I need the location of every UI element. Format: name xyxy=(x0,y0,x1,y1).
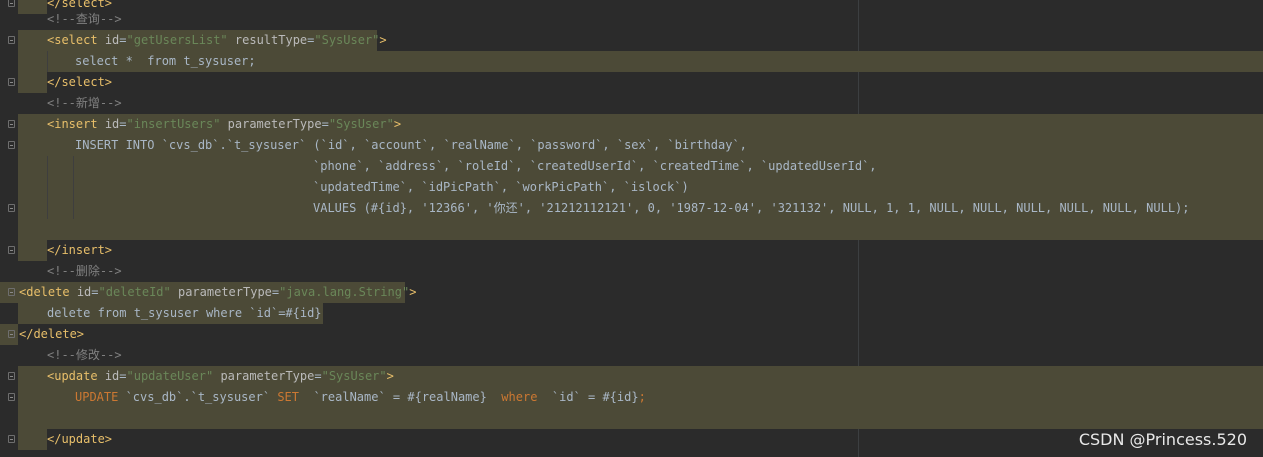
code-line[interactable]: VALUES (#{id}, '12366', '你还', '212121121… xyxy=(0,198,1263,219)
fold-icon[interactable] xyxy=(8,393,15,401)
fold-icon[interactable] xyxy=(8,36,15,44)
code-line[interactable]: </insert> xyxy=(0,240,1263,261)
code-text: <!--删除--> xyxy=(47,264,122,278)
code-line[interactable]: delete from t_sysuser where `id`=#{id} xyxy=(0,303,1263,324)
code-line[interactable]: `phone`, `address`, `roleId`, `createdUs… xyxy=(0,156,1263,177)
code-text: <update id="updateUser" parameterType="S… xyxy=(47,369,394,383)
fold-icon[interactable] xyxy=(8,0,15,7)
indent-guide xyxy=(73,177,74,198)
line-highlight xyxy=(18,72,47,93)
code-text: <!--新增--> xyxy=(47,96,122,110)
indent-guide xyxy=(73,156,74,177)
code-text: INSERT INTO `cvs_db`.`t_sysuser` (`id`, … xyxy=(75,138,747,152)
code-text: </insert> xyxy=(47,243,113,257)
code-text: <select id="getUsersList" resultType="Sy… xyxy=(47,33,387,47)
fold-icon[interactable] xyxy=(8,330,15,338)
code-text: <!--修改--> xyxy=(47,348,122,362)
code-line[interactable]: </delete> xyxy=(0,324,1263,345)
indent-guide xyxy=(47,198,48,219)
code-text: </select> xyxy=(47,75,113,89)
code-line[interactable]: <select id="getUsersList" resultType="Sy… xyxy=(0,30,1263,51)
line-highlight xyxy=(18,240,47,261)
code-text: <delete id="deleteId" parameterType="jav… xyxy=(19,285,417,299)
code-line[interactable] xyxy=(0,408,1263,429)
code-text: VALUES (#{id}, '12366', '你还', '212121121… xyxy=(313,201,1190,215)
line-highlight xyxy=(18,408,1263,429)
fold-icon[interactable] xyxy=(8,246,15,254)
code-editor[interactable]: </select> <!--查询--> <select id="getUsersLi… xyxy=(0,0,1263,457)
fold-icon[interactable] xyxy=(8,435,15,443)
code-text: </delete> xyxy=(19,327,85,341)
code-line[interactable]: <delete id="deleteId" parameterType="jav… xyxy=(0,282,1263,303)
fold-icon[interactable] xyxy=(8,120,15,128)
code-line[interactable]: <update id="updateUser" parameterType="S… xyxy=(0,366,1263,387)
line-highlight xyxy=(18,429,47,450)
indent-guide xyxy=(47,51,48,72)
code-text: UPDATE `cvs_db`.`t_sysuser` SET `realNam… xyxy=(75,390,646,404)
code-line[interactable]: </select> xyxy=(0,72,1263,93)
fold-icon[interactable] xyxy=(8,288,15,296)
code-line[interactable] xyxy=(0,219,1263,240)
code-line[interactable]: select * from t_sysuser; xyxy=(0,51,1263,72)
fold-icon[interactable] xyxy=(8,141,15,149)
code-line[interactable]: <!--修改--> xyxy=(0,345,1263,366)
watermark: CSDN @Princess.520 xyxy=(1078,430,1247,449)
indent-guide xyxy=(47,177,48,198)
code-text: delete from t_sysuser where `id`=#{id} xyxy=(47,306,322,320)
code-text: select * from t_sysuser; xyxy=(75,54,256,68)
code-line[interactable]: <insert id="insertUsers" parameterType="… xyxy=(0,114,1263,135)
code-line[interactable]: `updatedTime`, `idPicPath`, `workPicPath… xyxy=(0,177,1263,198)
indent-guide xyxy=(73,198,74,219)
fold-icon[interactable] xyxy=(8,78,15,86)
code-line[interactable]: INSERT INTO `cvs_db`.`t_sysuser` (`id`, … xyxy=(0,135,1263,156)
code-text: `updatedTime`, `idPicPath`, `workPicPath… xyxy=(313,180,689,194)
code-line[interactable]: UPDATE `cvs_db`.`t_sysuser` SET `realNam… xyxy=(0,387,1263,408)
code-text: <!--查询--> xyxy=(47,12,122,26)
fold-icon[interactable] xyxy=(8,372,15,380)
indent-guide xyxy=(47,156,48,177)
fold-icon[interactable] xyxy=(8,204,15,212)
code-text: <insert id="insertUsers" parameterType="… xyxy=(47,117,402,131)
code-line[interactable]: <!--查询--> xyxy=(0,9,1263,30)
code-text: </update> xyxy=(47,432,113,446)
code-line[interactable]: <!--删除--> xyxy=(0,261,1263,282)
code-line[interactable]: <!--新增--> xyxy=(0,93,1263,114)
line-highlight xyxy=(18,219,1263,240)
code-text: `phone`, `address`, `roleId`, `createdUs… xyxy=(313,159,877,173)
code-line[interactable]: </update> xyxy=(0,429,1263,450)
